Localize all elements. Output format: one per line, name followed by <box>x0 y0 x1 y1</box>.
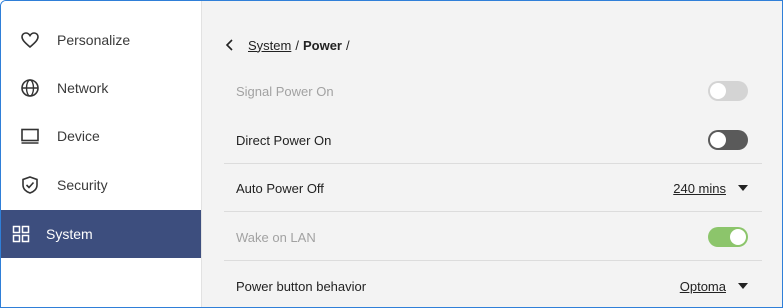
sidebar-item-label: System <box>46 226 93 242</box>
sidebar-item-label: Network <box>57 80 109 96</box>
toggle-knob <box>710 83 726 99</box>
globe-icon <box>20 78 40 98</box>
sidebar-item-label: Personalize <box>57 32 131 48</box>
direct-power-on-toggle[interactable] <box>708 130 748 150</box>
monitor-icon <box>20 126 40 146</box>
caret-down-icon <box>738 185 748 191</box>
sidebar-item-network[interactable]: Network <box>1 64 201 112</box>
setting-row-auto-power-off: Auto Power Off 240 mins <box>224 164 762 212</box>
main-content: System / Power / Signal Power On Direct … <box>202 1 782 307</box>
caret-down-icon <box>738 283 748 289</box>
breadcrumb-parent-link[interactable]: System <box>248 38 291 53</box>
shield-check-icon <box>20 175 40 195</box>
sidebar-item-system[interactable]: System <box>1 210 201 258</box>
settings-window: Personalize Network Device Security Syst… <box>0 0 783 308</box>
grid-icon <box>11 224 31 244</box>
heart-icon <box>20 30 40 50</box>
setting-row-direct-power-on: Direct Power On <box>224 116 762 164</box>
breadcrumb-trailing-separator: / <box>345 37 350 53</box>
row-divider <box>224 260 762 261</box>
auto-power-off-dropdown[interactable]: 240 mins <box>673 181 748 196</box>
dropdown-value: 240 mins <box>673 180 726 196</box>
setting-row-wake-on-lan: Wake on LAN <box>224 213 762 261</box>
setting-label: Wake on LAN <box>236 229 316 245</box>
wake-on-lan-toggle[interactable] <box>708 227 748 247</box>
breadcrumb: System / Power / <box>222 37 354 53</box>
sidebar-item-device[interactable]: Device <box>1 112 201 160</box>
breadcrumb-current: Power <box>302 37 342 53</box>
setting-label: Signal Power On <box>236 83 334 99</box>
chevron-left-icon[interactable] <box>222 37 238 53</box>
row-divider <box>224 211 762 212</box>
setting-label: Power button behavior <box>236 278 367 294</box>
dropdown-value: Optoma <box>679 278 726 294</box>
power-button-behavior-dropdown[interactable]: Optoma <box>680 279 748 294</box>
setting-row-signal-power-on: Signal Power On <box>224 67 762 115</box>
sidebar-item-personalize[interactable]: Personalize <box>1 16 201 64</box>
signal-power-on-toggle[interactable] <box>708 81 748 101</box>
sidebar-item-label: Security <box>57 177 108 193</box>
sidebar: Personalize Network Device Security Syst… <box>1 1 202 307</box>
toggle-knob <box>710 132 726 148</box>
setting-label: Direct Power On <box>236 132 332 148</box>
setting-row-power-button-behavior: Power button behavior Optoma <box>224 262 762 307</box>
sidebar-item-label: Device <box>57 128 100 144</box>
toggle-knob <box>730 229 746 245</box>
setting-label: Auto Power Off <box>236 180 324 196</box>
breadcrumb-separator: / <box>295 37 299 53</box>
sidebar-item-security[interactable]: Security <box>1 161 201 209</box>
